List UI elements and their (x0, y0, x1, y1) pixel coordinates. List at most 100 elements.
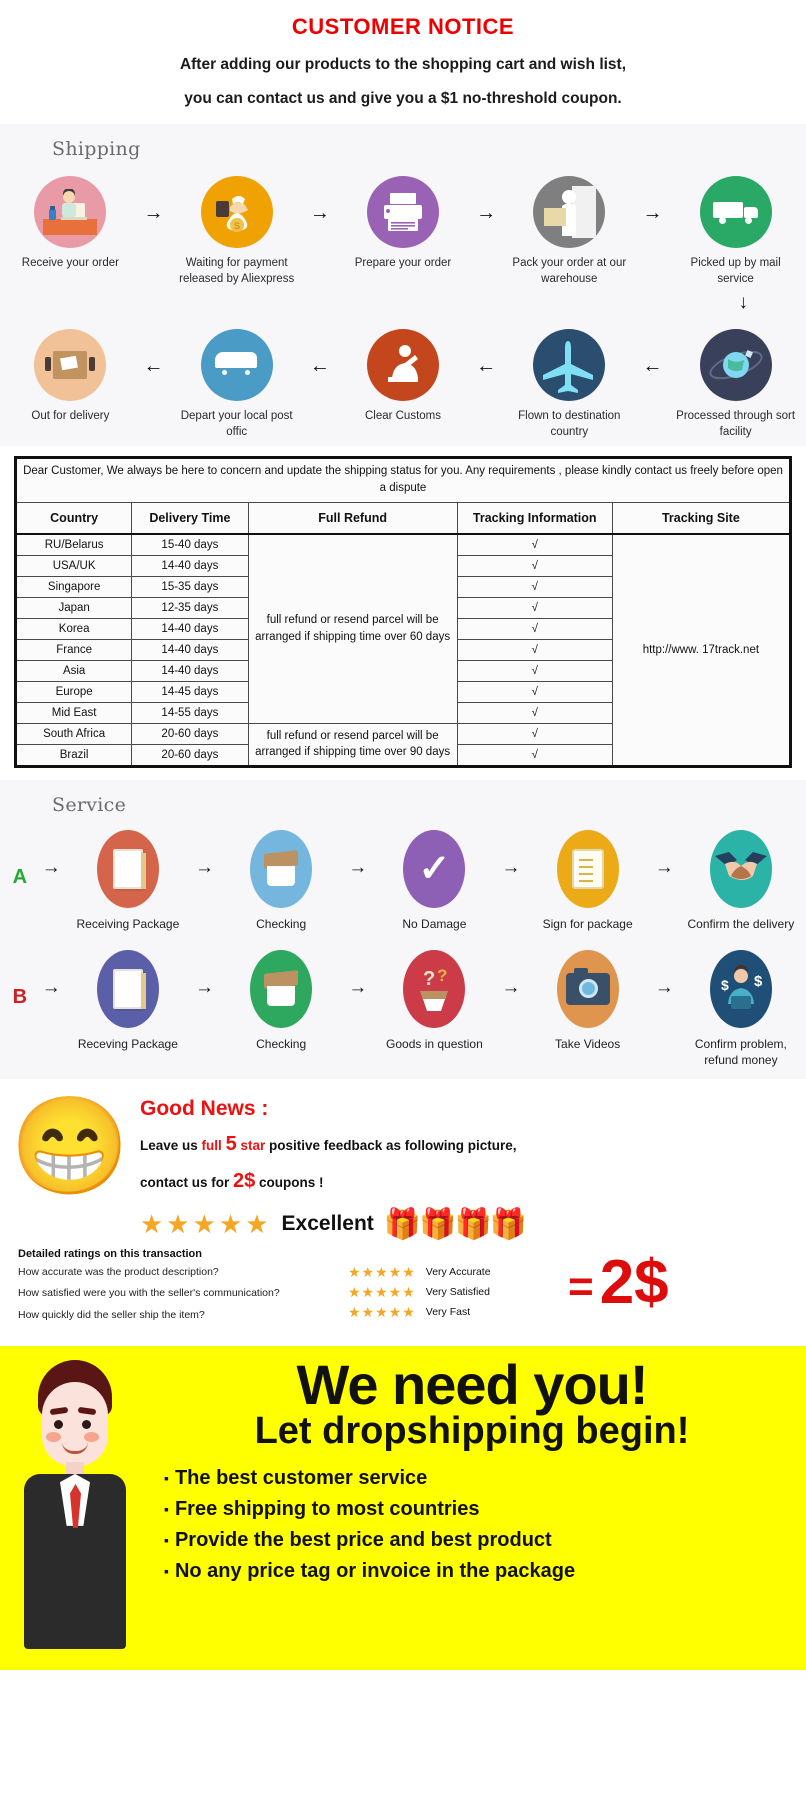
rating-value: Very Satisfied (425, 1286, 490, 1299)
worker-packing-icon (533, 176, 606, 248)
flow-step-pack-order: Pack your order at our warehouse (507, 170, 632, 287)
flow-step-sort-facility: Processed through sort facility (673, 323, 798, 440)
service-step-confirm-delivery: Confirm the delivery (682, 828, 800, 932)
feedback-full-word: full (201, 1137, 222, 1153)
table-row: RU/Belarus 15-40 days full refund or res… (14, 533, 792, 768)
service-row-label-a: A (12, 866, 28, 889)
column-header-full-refund: Full Refund (247, 501, 458, 535)
list-item-label: No any price tag or invoice in the packa… (174, 1559, 576, 1582)
cell-country: Singapore (14, 575, 133, 598)
handshake-icon (709, 830, 772, 909)
service-row-label-b: B (12, 986, 28, 1009)
rating-value: Very Accurate (425, 1266, 491, 1279)
service-step-sign-for-package: Sign for package (529, 828, 647, 932)
cell-delivery-time: 20-60 days (131, 722, 249, 745)
cell-tracking-check: √ (456, 638, 613, 661)
flow-step-label: Processed through sort facility (676, 410, 796, 438)
arrow-right-icon: → (654, 857, 674, 879)
rating-question: How satisfied were you with the seller's… (18, 1287, 280, 1300)
cell-country: Japan (14, 596, 133, 619)
service-flow-row-b: B → Receving Package → Checking → ? ? Go… (0, 942, 806, 1078)
cell-tracking-site[interactable]: http://www. 17track.net (611, 533, 792, 768)
grinning-face-icon: 😁 (10, 1092, 130, 1200)
shipping-table: Dear Customer, We always be here to conc… (14, 456, 792, 769)
truck-shape (712, 200, 759, 224)
book-package-icon (96, 950, 159, 1029)
cell-tracking-check: √ (456, 659, 613, 682)
check-glyph: ✓ (418, 848, 451, 891)
globe-satellite-icon (699, 329, 772, 402)
svg-text:S: S (234, 221, 240, 231)
cell-tracking-check: √ (456, 701, 613, 724)
arrow-left-icon: ← (642, 354, 663, 377)
parcel-box-icon (34, 329, 107, 402)
table-header-row: Country Delivery Time Full Refund Tracki… (14, 501, 792, 535)
good-news-title: Good News : (140, 1096, 269, 1120)
arrow-right-icon: → (195, 977, 214, 999)
service-step-receiving-package-b: Receving Package (69, 948, 187, 1052)
arrow-right-icon: → (41, 977, 61, 999)
list-item: ▪ Provide the best price and best product (164, 1525, 794, 1556)
arrow-left-icon: ← (476, 354, 497, 377)
flow-step-label: Clear Customs (364, 410, 442, 423)
cell-country: Korea (14, 617, 133, 640)
book-shape (112, 849, 146, 890)
cell-full-refund-90: full refund or resend parcel will be arr… (247, 722, 458, 768)
service-section: Service A → Receiving Package → Checking… (0, 780, 806, 1079)
flow-step-label: Depart your local post offic (180, 410, 293, 438)
cell-delivery-time: 14-40 days (131, 659, 249, 682)
service-step-goods-in-question: ? ? Goods in question (375, 948, 493, 1052)
bullet-icon: ▪ (164, 1562, 169, 1579)
rating-question: How accurate was the product description… (18, 1265, 219, 1278)
cell-tracking-check: √ (456, 575, 613, 598)
detailed-ratings-block: Detailed ratings on this transaction How… (0, 1242, 806, 1340)
smiley-emoji-wrap: 😁 (0, 1087, 140, 1195)
flow-step-label: Receive your order (21, 257, 119, 269)
bullet-icon: ▪ (164, 1531, 169, 1548)
arrow-right-icon: → (348, 977, 368, 999)
service-step-take-videos: Take Videos (529, 948, 647, 1052)
list-item: ▪ Free shipping to most countries (164, 1494, 794, 1525)
column-header-delivery-time: Delivery Time (131, 501, 249, 535)
feedback-text-a: Leave us (140, 1137, 202, 1153)
page-title: CUSTOMER NOTICE (291, 14, 515, 39)
list-item-label: Provide the best price and best product (174, 1528, 552, 1551)
signed-clipboard-icon (556, 830, 619, 909)
cell-country: Mid East (14, 701, 133, 724)
cell-country: USA/UK (14, 554, 133, 577)
service-heading: Service (52, 794, 127, 817)
arrow-left-icon: ← (143, 354, 164, 377)
cell-country: France (14, 638, 133, 661)
person-at-desk-icon (34, 176, 107, 248)
cell-tracking-check: √ (456, 533, 613, 556)
service-step-confirm-problem: $ $ Confirm problem, refund money (682, 948, 800, 1068)
list-item: ▪ The best customer service (164, 1463, 794, 1494)
flow-step-prepare-order: Prepare your order (341, 170, 466, 272)
service-step-label: No Damage (402, 917, 467, 932)
product-description-page: CUSTOMER NOTICE After adding our product… (0, 0, 806, 1670)
arrow-right-icon: → (476, 201, 497, 224)
column-header-country: Country (14, 501, 133, 535)
service-step-no-damage: ✓ No Damage (375, 828, 493, 932)
service-step-label: Sign for package (542, 917, 633, 932)
flow-step-label: Flown to destination country (518, 410, 621, 438)
arrow-right-icon: → (501, 857, 521, 879)
flow-step-depart-local-post: Depart your local post offic (174, 323, 299, 440)
coupon-instruction-line: contact us for 2$ coupons ! (140, 1170, 806, 1193)
cell-country: Asia (14, 659, 133, 682)
flow-step-label: Prepare your order (354, 257, 452, 269)
reward-amount: 2$ (599, 1247, 669, 1317)
cell-tracking-check: √ (456, 680, 613, 703)
flow-step-label: Waiting for payment released by Aliexpre… (179, 257, 295, 285)
svg-text:?: ? (423, 968, 435, 990)
van-shape (213, 352, 261, 378)
book-shape (112, 969, 146, 1010)
rating-stars-icon: ★★★★★ (348, 1303, 416, 1320)
cell-country: Brazil (14, 743, 133, 768)
cell-delivery-time: 14-40 days (131, 638, 249, 661)
delivery-truck-icon (699, 176, 772, 248)
table-notice-text: Dear Customer, We always be here to conc… (15, 457, 791, 503)
cell-delivery-time: 14-45 days (131, 680, 249, 703)
arrow-right-icon: → (501, 977, 521, 999)
coupon-amount: 2$ (233, 1169, 256, 1192)
